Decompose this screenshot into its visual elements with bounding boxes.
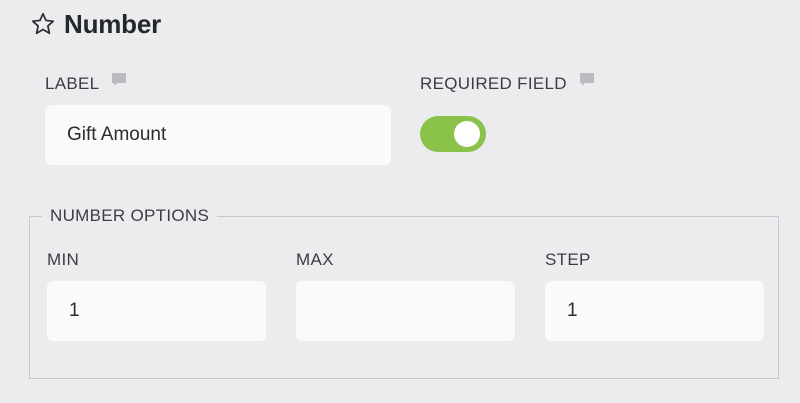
star-icon[interactable]: [30, 11, 56, 37]
comment-icon[interactable]: [579, 72, 595, 88]
max-label-text: MAX: [296, 250, 334, 269]
min-label-text: MIN: [47, 250, 80, 269]
page-title: Number: [64, 8, 162, 39]
number-options-legend: NUMBER OPTIONS: [50, 206, 210, 225]
required-field-label-text: REQUIRED FIELD: [420, 74, 567, 93]
max-label: MAX: [296, 250, 334, 270]
toggle-knob: [454, 121, 480, 147]
step-input[interactable]: [545, 281, 764, 341]
step-label-text: STEP: [545, 250, 591, 269]
max-input[interactable]: [296, 281, 515, 341]
min-input[interactable]: [47, 281, 266, 341]
label-field-label-text: LABEL: [45, 74, 100, 93]
label-field-label: LABEL: [45, 72, 127, 94]
step-label: STEP: [545, 250, 591, 270]
page-header: Number: [30, 6, 161, 42]
required-field-label: REQUIRED FIELD: [420, 72, 595, 94]
label-input[interactable]: [45, 105, 391, 165]
min-label: MIN: [47, 250, 79, 270]
required-field-toggle[interactable]: [420, 116, 486, 152]
comment-icon[interactable]: [111, 72, 127, 88]
